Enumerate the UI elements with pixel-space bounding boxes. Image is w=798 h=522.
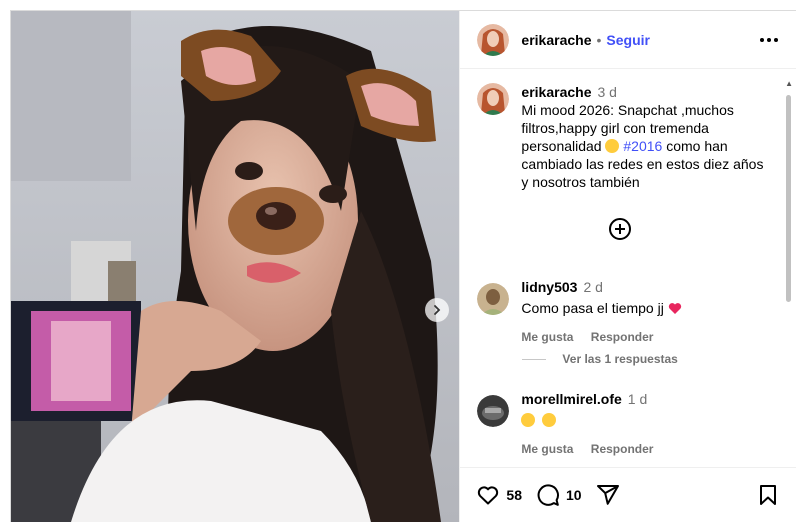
next-photo-button[interactable]	[425, 298, 449, 322]
caption-text: erikarache 3 d Mi mood 2026: Snapchat ,mu…	[521, 83, 767, 191]
comments-area: ▲ ▼ erikarache3 d Mi mood 2026: Snapchat…	[460, 69, 796, 467]
comment-avatar[interactable]	[477, 283, 510, 315]
view-replies-button[interactable]: Ver las 1 respuestas	[522, 352, 678, 366]
view-replies-label: Ver las 1 respuestas	[562, 352, 678, 366]
comment-icon[interactable]	[536, 483, 560, 507]
comment-time: 2 d	[583, 279, 603, 295]
caption-username[interactable]: erikarache	[521, 84, 591, 100]
separator-dot: •	[596, 31, 602, 48]
comment-item: morellmirel.ofe 1 d Me gusta Responder	[477, 391, 777, 456]
comment-text: Como pasa el tiempo jj	[521, 300, 664, 316]
comment-item: lidny503 2 d Como pasa el tiempo jj Me gu…	[477, 279, 777, 344]
heart-icon[interactable]	[476, 483, 500, 507]
more-options-button[interactable]	[760, 37, 778, 42]
starstruck-emoji-icon	[521, 413, 536, 427]
comment-like-button[interactable]: Me gusta	[521, 330, 573, 344]
caption-hashtag[interactable]: #2016	[623, 138, 662, 154]
share-icon[interactable]	[596, 483, 620, 507]
comment-like-button[interactable]: Me gusta	[521, 442, 573, 456]
laughing-emoji-icon	[605, 139, 620, 153]
post-photo	[11, 11, 460, 522]
caption-time: 3 d	[597, 84, 617, 100]
replies-divider	[522, 358, 547, 360]
post-modal: erikarache • Seguir ▲ ▼	[10, 10, 796, 522]
author-avatar[interactable]	[477, 23, 510, 56]
more-horizontal-icon	[760, 37, 764, 42]
selfie-image	[11, 11, 460, 522]
comments-count[interactable]: 10	[566, 487, 582, 503]
scroll-down-arrow[interactable]: ▼	[785, 466, 793, 467]
post-caption: erikarache 3 d Mi mood 2026: Snapchat ,mu…	[477, 83, 767, 191]
plus-circle-icon[interactable]	[608, 217, 632, 241]
scroll-thumb[interactable]	[786, 95, 791, 302]
caption-avatar[interactable]	[477, 83, 510, 115]
comment-avatar[interactable]	[477, 395, 510, 427]
follow-button[interactable]: Seguir	[606, 32, 650, 48]
comment-username[interactable]: lidny503	[521, 279, 577, 295]
heart-emoji-icon	[668, 303, 681, 314]
bookmark-icon[interactable]	[756, 483, 780, 507]
comment-time: 1 d	[627, 391, 648, 407]
author-username[interactable]: erikarache	[521, 32, 591, 48]
scroll-up-arrow[interactable]: ▲	[785, 79, 793, 88]
action-bar: 58 10	[460, 467, 796, 522]
comment-reply-button[interactable]: Responder	[591, 442, 654, 456]
likes-count[interactable]: 58	[506, 487, 522, 503]
heart-eyes-emoji-icon	[542, 413, 557, 427]
comment-reply-button[interactable]: Responder	[591, 330, 654, 344]
chevron-right-icon	[434, 305, 441, 315]
post-sidebar: erikarache • Seguir ▲ ▼	[459, 11, 796, 522]
post-header: erikarache • Seguir	[460, 11, 796, 69]
comment-username[interactable]: morellmirel.ofe	[521, 391, 621, 407]
